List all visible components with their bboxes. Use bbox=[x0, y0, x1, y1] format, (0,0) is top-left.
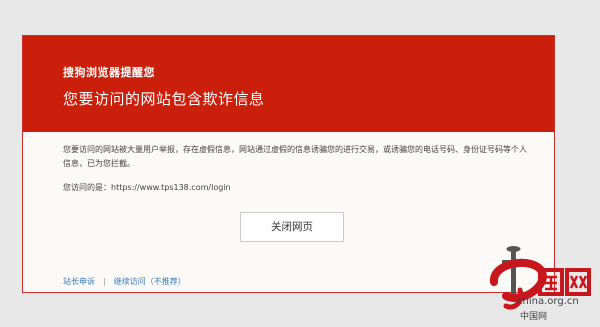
close-page-button[interactable]: 关闭网页 bbox=[240, 212, 344, 242]
warning-header: 搜狗浏览器提醒您 您要访问的网站包含欺诈信息 bbox=[23, 36, 554, 132]
watermark-site-name: 中国网 bbox=[520, 312, 548, 322]
report-link[interactable]: 站长申诉 bbox=[63, 277, 95, 286]
visited-url-line: 您访问的是：https://www.tps138.com/login bbox=[63, 182, 231, 193]
warning-headline: 您要访问的网站包含欺诈信息 bbox=[63, 90, 265, 108]
visited-url: https://www.tps138.com/login bbox=[111, 183, 231, 192]
visited-url-label: 您访问的是： bbox=[63, 183, 111, 192]
warning-description: 您要访问的网站被大量用户举报，存在虚假信息，网站通过虚假的信息诱骗您的进行交易，… bbox=[63, 145, 527, 168]
warning-card: 搜狗浏览器提醒您 您要访问的网站包含欺诈信息 您要访问的网站被大量用户举报，存在… bbox=[22, 35, 555, 293]
footer-links: 站长申诉 | 继续访问（不推荐） bbox=[63, 276, 186, 287]
wang-character-icon bbox=[565, 268, 591, 296]
continue-visit-link[interactable]: 继续访问（不推荐） bbox=[114, 277, 186, 286]
browser-brand: 搜狗浏览器提醒您 bbox=[63, 66, 155, 79]
link-separator: | bbox=[103, 277, 106, 286]
blocked-page: 搜狗浏览器提醒您 您要访问的网站包含欺诈信息 您要访问的网站被大量用户举报，存在… bbox=[0, 0, 600, 327]
watermark-site-domain: china.org.cn bbox=[517, 296, 579, 307]
